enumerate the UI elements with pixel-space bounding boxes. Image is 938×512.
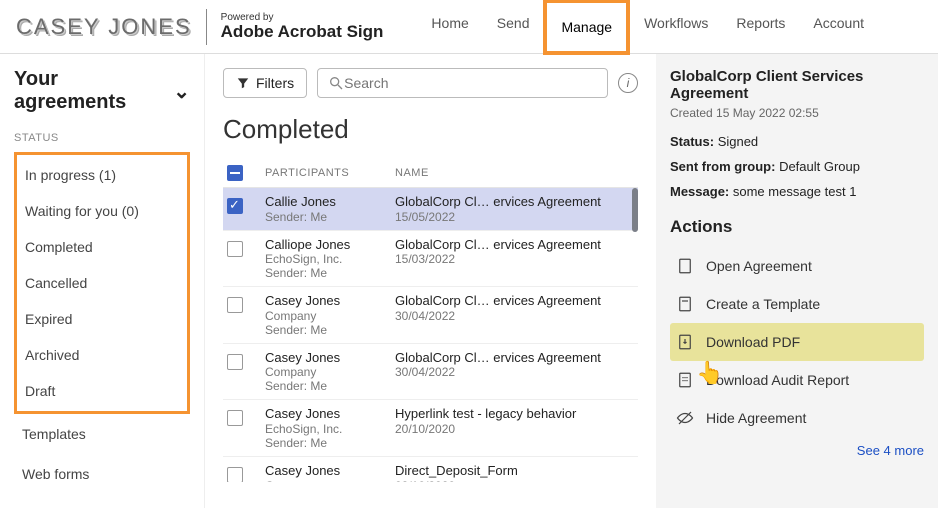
agreement-rows: Callie JonesSender: MeGlobalCorp Cl… erv…: [223, 188, 638, 482]
detail-group: Sent from group: Default Group: [670, 159, 924, 174]
nav-account[interactable]: Account: [799, 0, 878, 55]
sidebar: Your agreements ⌄ STATUS In progress (1)…: [0, 54, 205, 508]
row-checkbox[interactable]: [227, 297, 243, 313]
top-bar: CASEY JONES Powered by Adobe Acrobat Sig…: [0, 0, 938, 54]
row-checkbox[interactable]: [227, 198, 243, 214]
action-download-pdf[interactable]: Download PDF: [670, 323, 924, 361]
agreement-row[interactable]: Casey JonesEchoSign, Inc.Sender: MeHyper…: [223, 400, 638, 457]
agreement-row[interactable]: Casey JonesCompanySender: MeDirect_Depos…: [223, 457, 638, 482]
col-participants: PARTICIPANTS: [265, 167, 395, 179]
status-completed[interactable]: Completed: [17, 229, 187, 265]
detail-status: Status: Signed: [670, 134, 924, 149]
sidebar-title[interactable]: Your agreements ⌄: [14, 68, 190, 114]
agreements-panel: Filters i Completed PARTICIPANTS NAME Ca…: [205, 54, 656, 508]
detail-message: Message: some message test 1: [670, 184, 924, 199]
filters-button[interactable]: Filters: [223, 68, 307, 98]
product-name: Adobe Acrobat Sign: [221, 23, 384, 41]
action-create-a-template[interactable]: Create a Template: [670, 285, 924, 323]
agreement-row[interactable]: Calliope JonesEchoSign, Inc.Sender: MeGl…: [223, 231, 638, 288]
column-header: PARTICIPANTS NAME: [223, 159, 638, 188]
agreement-row[interactable]: Callie JonesSender: MeGlobalCorp Cl… erv…: [223, 188, 638, 231]
status-heading: STATUS: [14, 132, 190, 144]
agreement-row[interactable]: Casey JonesCompanySender: MeGlobalCorp C…: [223, 344, 638, 401]
select-all-checkbox[interactable]: [227, 165, 243, 181]
sidebar-templates[interactable]: Templates: [14, 414, 190, 454]
nav-home[interactable]: Home: [417, 0, 482, 55]
status-expired[interactable]: Expired: [17, 301, 187, 337]
action-download-audit-report[interactable]: Download Audit Report: [670, 361, 924, 399]
status-archived[interactable]: Archived: [17, 337, 187, 373]
brand-logo: CASEY JONES: [16, 14, 192, 40]
status-in[interactable]: In progress (1): [17, 157, 187, 193]
divider: [206, 9, 207, 45]
list-heading: Completed: [223, 114, 638, 145]
filter-icon: [236, 76, 250, 90]
chevron-down-icon: ⌄: [173, 79, 190, 104]
detail-created: Created 15 May 2022 02:55: [670, 106, 924, 120]
search-icon: [328, 75, 344, 91]
status-cancelled[interactable]: Cancelled: [17, 265, 187, 301]
main-nav: HomeSendManageWorkflowsReportsAccount: [417, 0, 878, 55]
detail-title: GlobalCorp Client Services Agreement: [670, 68, 924, 102]
nav-send[interactable]: Send: [483, 0, 544, 55]
info-icon[interactable]: i: [618, 73, 638, 93]
detail-panel: GlobalCorp Client Services Agreement Cre…: [656, 54, 938, 508]
row-checkbox[interactable]: [227, 354, 243, 370]
see-more-link[interactable]: See 4 more: [670, 443, 924, 458]
action-open-agreement[interactable]: Open Agreement: [670, 247, 924, 285]
row-checkbox[interactable]: [227, 241, 243, 257]
toolbar: Filters i: [223, 68, 638, 98]
status-filter-group: In progress (1)Waiting for you (0)Comple…: [14, 152, 190, 414]
action-icon: [676, 295, 694, 313]
agreement-row[interactable]: Casey JonesCompanySender: MeGlobalCorp C…: [223, 287, 638, 344]
status-waiting[interactable]: Waiting for you (0): [17, 193, 187, 229]
nav-workflows[interactable]: Workflows: [630, 0, 722, 55]
action-hide-agreement[interactable]: Hide Agreement: [670, 399, 924, 437]
action-icon: [676, 257, 694, 275]
actions-heading: Actions: [670, 217, 924, 237]
row-checkbox[interactable]: [227, 410, 243, 426]
action-icon: [676, 371, 694, 389]
nav-reports[interactable]: Reports: [722, 0, 799, 55]
action-icon: [676, 333, 694, 351]
nav-manage[interactable]: Manage: [543, 0, 630, 55]
col-name: NAME: [395, 167, 638, 179]
status-draft[interactable]: Draft: [17, 373, 187, 409]
sidebar-web-forms[interactable]: Web forms: [14, 454, 190, 494]
row-checkbox[interactable]: [227, 467, 243, 482]
product-block: Powered by Adobe Acrobat Sign: [221, 12, 384, 41]
search-field[interactable]: [317, 68, 608, 98]
scrollbar-thumb[interactable]: [632, 188, 638, 232]
action-icon: [676, 409, 694, 427]
search-input[interactable]: [344, 75, 597, 91]
